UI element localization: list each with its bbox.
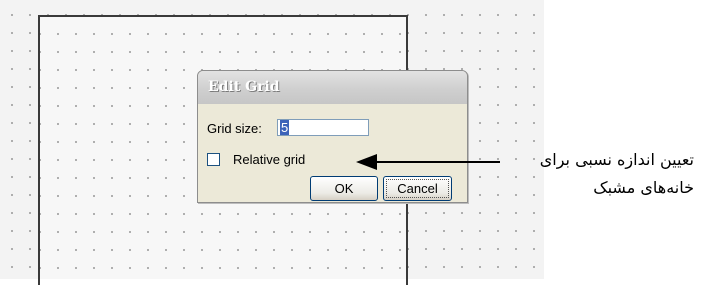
annotation-note: تعیین اندازه نسبی برای خانه‌های مشبک (479, 146, 694, 202)
annotation-line-1: تعیین اندازه نسبی برای (539, 150, 694, 169)
annotation-line-2: خانه‌های مشبک (593, 178, 694, 197)
arrow-pointer-icon (356, 154, 500, 170)
